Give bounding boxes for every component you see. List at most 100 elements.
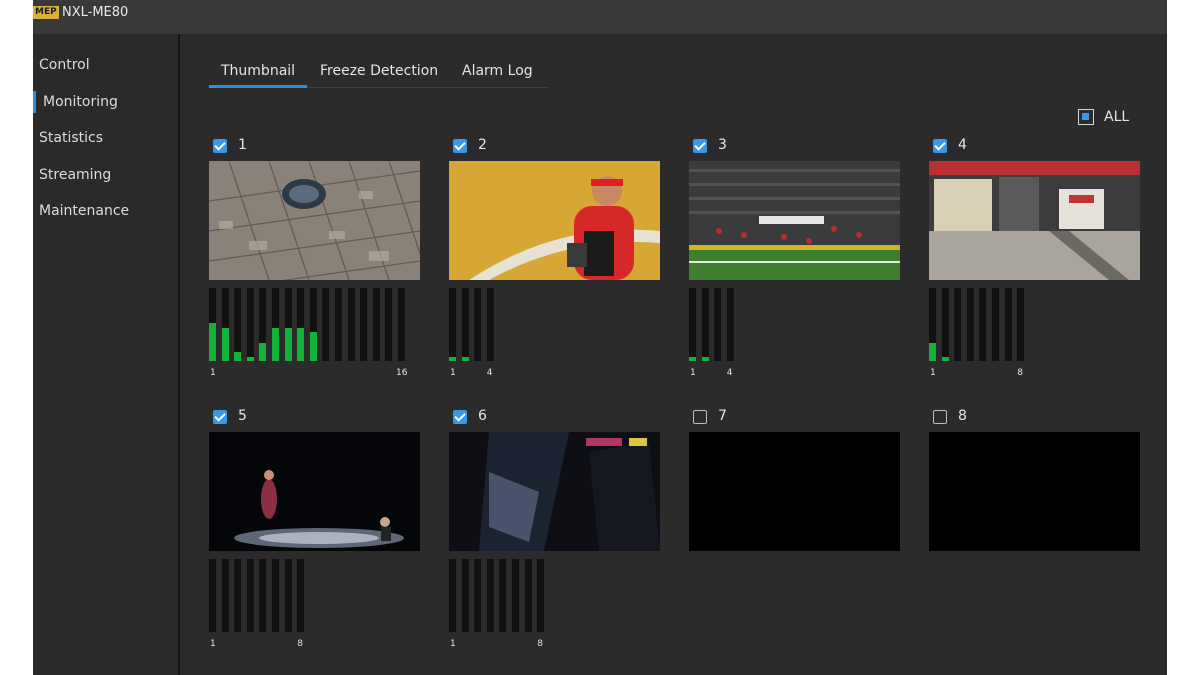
meter-last-label: 8 [297, 639, 303, 649]
channel-7-thumbnail[interactable] [689, 432, 900, 551]
channel-4-audio-meter [929, 288, 1030, 361]
audio-level-bar [486, 288, 494, 361]
audio-level-bar [284, 288, 292, 361]
channel-2-label: 2 [478, 137, 487, 153]
channel-1-audio-meter [209, 288, 411, 361]
channel-8-checkbox[interactable] [933, 410, 947, 424]
channel-4-checkbox[interactable] [933, 139, 947, 153]
channel-8-thumbnail[interactable] [929, 432, 1140, 551]
audio-level-bar [234, 559, 242, 632]
meter-last-label: 4 [726, 368, 733, 378]
audio-level-bar [272, 559, 279, 632]
mep-logo: MEP [33, 6, 59, 19]
meter-first-label: 1 [210, 368, 216, 378]
channel-4-thumbnail[interactable] [929, 161, 1140, 280]
audio-level-bar [941, 288, 949, 361]
audio-level-bar [474, 559, 482, 632]
channel-4-label: 4 [958, 137, 967, 153]
audio-level-fill [701, 357, 709, 361]
audio-level-bar [499, 559, 507, 632]
channel-2-thumbnail[interactable] [449, 161, 660, 280]
audio-level-bar [966, 288, 974, 361]
audio-level-bar [309, 288, 317, 361]
title-bar: MEP NXL-ME80 [33, 0, 1167, 34]
audio-level-bar [259, 559, 267, 632]
meter-last-label: 8 [1017, 368, 1023, 378]
audio-level-bar [234, 288, 242, 361]
channel-7-checkbox[interactable] [693, 410, 707, 424]
channel-3-checkbox[interactable] [693, 139, 707, 153]
audio-level-bar [360, 288, 368, 361]
audio-level-bar [385, 288, 393, 361]
audio-level-bar [221, 559, 229, 632]
audio-level-bar [372, 288, 380, 361]
meter-first-label: 1 [450, 639, 456, 649]
sidebar-item-streaming[interactable]: Streaming [33, 164, 173, 186]
channel-6-audio-meter [449, 559, 550, 632]
audio-level-bar [246, 288, 254, 361]
channel-6-checkbox[interactable] [453, 410, 467, 424]
sidebar-item-maintenance[interactable]: Maintenance [33, 200, 173, 222]
channel-2-checkbox[interactable] [453, 139, 467, 153]
meter-last-label: 8 [537, 639, 543, 649]
audio-level-bar [297, 559, 305, 632]
audio-level-bar [474, 288, 482, 361]
audio-level-bar [537, 559, 545, 632]
audio-level-bar [335, 288, 342, 361]
sidebar-item-control[interactable]: Control [33, 54, 173, 76]
channel-1-checkbox[interactable] [213, 139, 227, 153]
channel-1-thumbnail[interactable] [209, 161, 420, 280]
audio-level-bar [209, 559, 216, 632]
audio-level-fill [272, 328, 279, 361]
select-all-checkbox[interactable] [1078, 109, 1094, 125]
audio-level-bar [726, 288, 734, 361]
sidebar: Control Monitoring Statistics Streaming … [33, 34, 178, 675]
audio-level-fill [209, 323, 216, 361]
sidebar-item-monitoring[interactable]: Monitoring [33, 91, 173, 113]
meter-first-label: 1 [690, 368, 696, 378]
audio-level-bar [347, 288, 355, 361]
meter-last-label: 4 [486, 368, 493, 378]
audio-level-bar [1017, 288, 1025, 361]
active-tab-indicator [209, 85, 307, 88]
app-window: MEP NXL-ME80 Control Monitoring Statisti… [33, 0, 1167, 675]
audio-level-bar [992, 288, 999, 361]
audio-level-bar [689, 288, 696, 361]
audio-level-fill [297, 328, 305, 361]
channel-5-audio-meter [209, 559, 310, 632]
audio-level-bar [461, 288, 469, 361]
audio-level-fill [259, 343, 267, 361]
tab-freeze-detection[interactable]: Freeze Detection [320, 60, 438, 82]
channel-8-label: 8 [958, 408, 967, 424]
audio-level-fill [461, 357, 469, 361]
audio-level-bar [284, 559, 292, 632]
meter-first-label: 1 [210, 639, 216, 649]
audio-level-bar [929, 288, 936, 361]
channel-5-thumbnail[interactable] [209, 432, 420, 551]
audio-level-bar [1004, 288, 1012, 361]
audio-level-bar [512, 559, 519, 632]
audio-level-fill [284, 328, 292, 361]
tab-thumbnail[interactable]: Thumbnail [221, 60, 295, 82]
meter-first-label: 1 [450, 368, 456, 378]
audio-level-fill [941, 357, 949, 361]
channel-3-thumbnail[interactable] [689, 161, 900, 280]
audio-level-bar [246, 559, 254, 632]
audio-level-bar [297, 288, 305, 361]
audio-level-bar [714, 288, 722, 361]
audio-level-fill [234, 352, 242, 361]
channel-5-checkbox[interactable] [213, 410, 227, 424]
audio-level-bar [461, 559, 469, 632]
audio-level-fill [246, 357, 254, 361]
channel-1-label: 1 [238, 137, 247, 153]
sidebar-item-statistics[interactable]: Statistics [33, 127, 173, 149]
channel-2-audio-meter [449, 288, 499, 361]
audio-level-bar [449, 559, 456, 632]
audio-level-bar [398, 288, 405, 361]
channel-6-thumbnail[interactable] [449, 432, 660, 551]
channel-5-label: 5 [238, 408, 247, 424]
tab-alarm-log[interactable]: Alarm Log [462, 60, 533, 82]
meter-first-label: 1 [930, 368, 936, 378]
audio-level-bar [272, 288, 279, 361]
channel-3-label: 3 [718, 137, 727, 153]
